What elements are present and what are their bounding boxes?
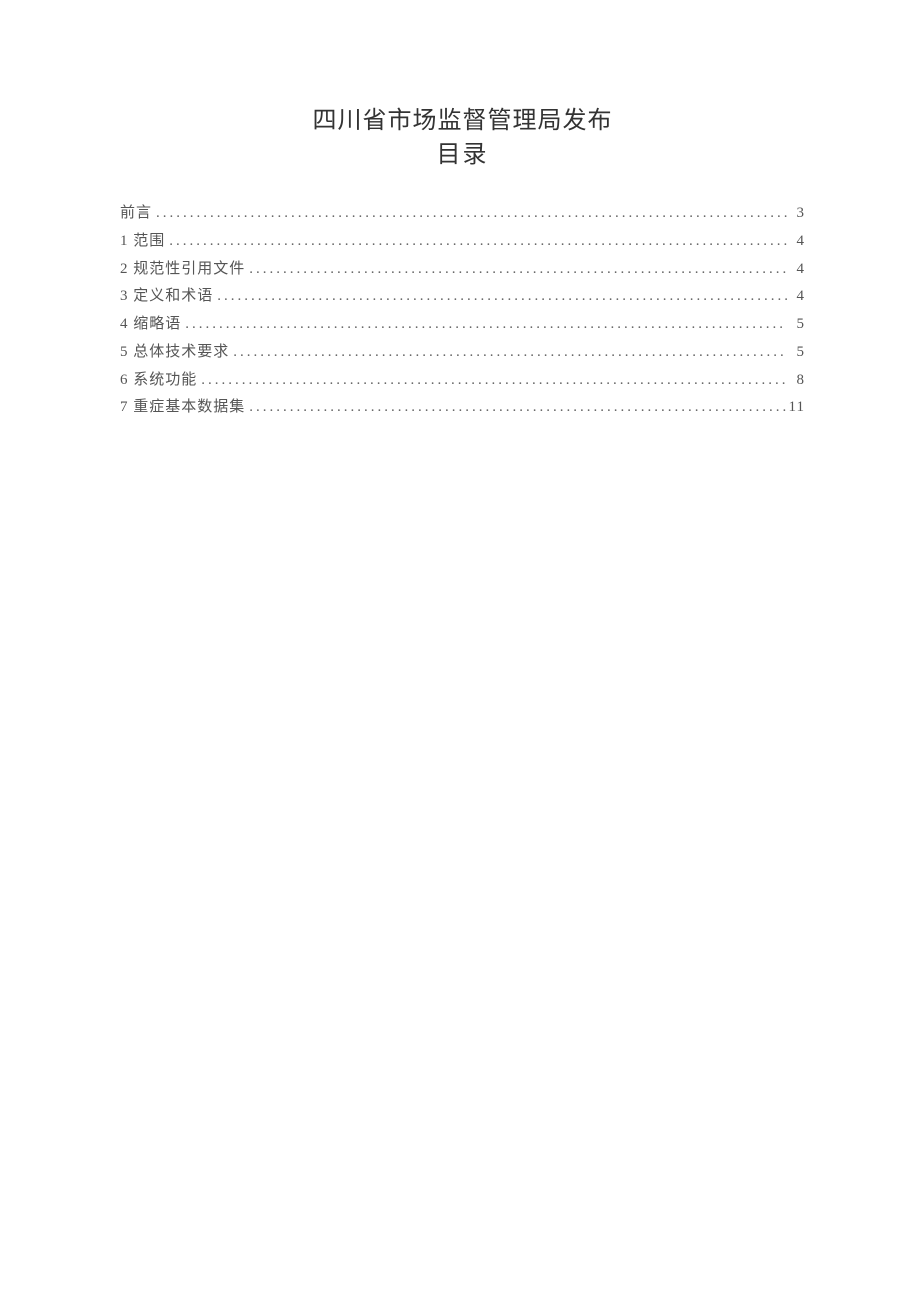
toc-leader-dots xyxy=(245,394,787,422)
toc-entry: 2 规范性引用文件 4 xyxy=(120,256,805,284)
toc-title: 目录 xyxy=(120,139,805,173)
toc-entry-page: 4 xyxy=(787,256,805,284)
toc-entry-label: 2 规范性引用文件 xyxy=(120,256,245,284)
toc-entry: 前言 3 xyxy=(120,200,805,228)
toc-entry-label: 5 总体技术要求 xyxy=(120,339,229,367)
toc-entry-label: 4 缩略语 xyxy=(120,311,181,339)
toc-leader-dots xyxy=(165,228,787,256)
table-of-contents: 前言 3 1 范围 4 2 规范性引用文件 4 3 定义和术语 4 4 缩略语 … xyxy=(120,200,805,422)
toc-entry-label: 3 定义和术语 xyxy=(120,283,213,311)
toc-leader-dots xyxy=(245,256,787,284)
toc-entry: 3 定义和术语 4 xyxy=(120,283,805,311)
toc-entry: 6 系统功能 8 xyxy=(120,367,805,395)
toc-entry-label: 1 范围 xyxy=(120,228,165,256)
document-header: 四川省市场监督管理局发布 目录 xyxy=(120,105,805,172)
toc-entry-page: 4 xyxy=(787,228,805,256)
toc-leader-dots xyxy=(181,311,787,339)
toc-entry: 4 缩略语 5 xyxy=(120,311,805,339)
toc-entry: 5 总体技术要求 5 xyxy=(120,339,805,367)
toc-entry-page: 5 xyxy=(787,339,805,367)
toc-entry-page: 3 xyxy=(787,200,805,228)
toc-entry-page: 5 xyxy=(787,311,805,339)
toc-leader-dots xyxy=(197,367,787,395)
toc-entry-page: 4 xyxy=(787,283,805,311)
toc-leader-dots xyxy=(213,283,787,311)
toc-entry-label: 7 重症基本数据集 xyxy=(120,394,245,422)
toc-entry: 1 范围 4 xyxy=(120,228,805,256)
toc-leader-dots xyxy=(152,200,787,228)
toc-entry-label: 6 系统功能 xyxy=(120,367,197,395)
toc-entry: 7 重症基本数据集 11 xyxy=(120,394,805,422)
toc-entry-page: 8 xyxy=(787,367,805,395)
toc-entry-page: 11 xyxy=(787,394,805,422)
toc-entry-label: 前言 xyxy=(120,200,152,228)
toc-leader-dots xyxy=(229,339,787,367)
publisher-line: 四川省市场监督管理局发布 xyxy=(120,105,805,139)
